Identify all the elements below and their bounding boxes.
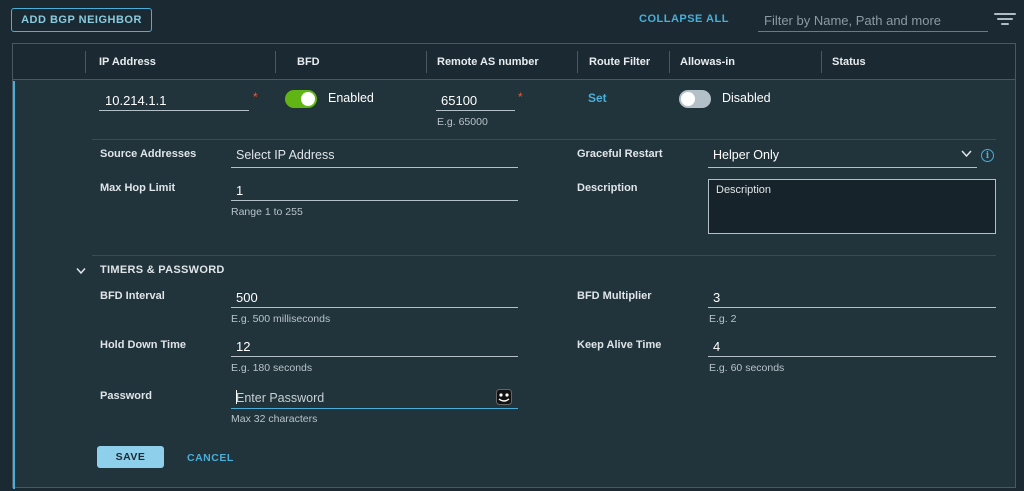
add-bgp-neighbor-button[interactable]: ADD BGP NEIGHBOR (11, 8, 152, 32)
grid-header: IP Address BFD Remote AS number Route Fi… (13, 44, 1015, 80)
bfd-multiplier-help: E.g. 2 (709, 313, 737, 325)
column-separator[interactable] (577, 51, 578, 73)
keep-alive-time-label: Keep Alive Time (577, 339, 662, 351)
graceful-restart-value: Helper Only (713, 148, 779, 162)
column-separator[interactable] (669, 51, 670, 73)
password-manager-icon[interactable] (496, 389, 512, 405)
description-textarea[interactable]: Description (708, 179, 996, 234)
source-addresses-select[interactable]: Select IP Address (231, 143, 518, 168)
column-header-allowas-in[interactable]: Allowas-in (680, 56, 735, 68)
description-label: Description (577, 182, 638, 194)
keep-alive-time-help: E.g. 60 seconds (709, 362, 785, 374)
column-header-bfd[interactable]: BFD (297, 56, 320, 68)
hold-down-time-help: E.g. 180 seconds (231, 362, 313, 374)
collapse-all-link[interactable]: COLLAPSE ALL (639, 13, 729, 25)
required-marker: * (253, 90, 258, 104)
allowas-in-toggle-label: Disabled (722, 91, 771, 105)
column-separator[interactable] (275, 51, 276, 73)
column-header-status[interactable]: Status (832, 56, 866, 68)
filter-lines-icon[interactable] (994, 13, 1016, 27)
chevron-down-icon (961, 150, 972, 158)
hold-down-time-label: Hold Down Time (100, 339, 186, 351)
max-hop-limit-help: Range 1 to 255 (231, 206, 303, 218)
divider (92, 139, 996, 140)
bfd-toggle[interactable] (285, 90, 317, 108)
column-separator[interactable] (85, 51, 86, 73)
column-header-ip-address[interactable]: IP Address (99, 56, 156, 68)
expanded-row-indicator (13, 81, 15, 489)
column-separator[interactable] (821, 51, 822, 73)
max-hop-limit-input[interactable]: 1 (231, 177, 518, 201)
column-header-route-filter[interactable]: Route Filter (589, 56, 650, 68)
bfd-toggle-label: Enabled (328, 91, 374, 105)
save-button[interactable]: SAVE (97, 446, 164, 468)
bfd-interval-input[interactable]: 500 (231, 284, 518, 308)
max-hop-limit-label: Max Hop Limit (100, 182, 176, 194)
column-separator[interactable] (426, 51, 427, 73)
bfd-interval-help: E.g. 500 milliseconds (231, 313, 331, 325)
bfd-multiplier-input[interactable]: 3 (708, 284, 996, 308)
remote-as-input[interactable]: 65100 (436, 87, 515, 111)
text-cursor (236, 390, 237, 404)
route-filter-set-link[interactable]: Set (588, 91, 607, 105)
bfd-interval-label: BFD Interval (100, 290, 165, 302)
password-input[interactable]: Enter Password (231, 385, 518, 409)
required-marker: * (518, 90, 523, 104)
hold-down-time-input[interactable]: 12 (231, 333, 518, 357)
keep-alive-time-input[interactable]: 4 (708, 333, 996, 357)
column-header-remote-as[interactable]: Remote AS number (437, 56, 539, 68)
cancel-button[interactable]: CANCEL (187, 452, 234, 464)
filter-input[interactable]: Filter by Name, Path and more (758, 8, 988, 32)
info-icon[interactable]: i (981, 149, 994, 162)
password-label: Password (100, 390, 152, 402)
remote-as-help: E.g. 65000 (437, 116, 488, 128)
password-placeholder: Enter Password (236, 391, 325, 405)
graceful-restart-label: Graceful Restart (577, 148, 663, 160)
source-addresses-label: Source Addresses (100, 148, 197, 160)
chevron-down-icon[interactable] (76, 267, 86, 275)
timers-password-section-title[interactable]: TIMERS & PASSWORD (100, 264, 225, 276)
password-help: Max 32 characters (231, 413, 318, 425)
allowas-in-toggle[interactable] (679, 90, 711, 108)
bfd-multiplier-label: BFD Multiplier (577, 290, 652, 302)
graceful-restart-select[interactable]: Helper Only (708, 143, 977, 168)
ip-address-input[interactable]: 10.214.1.1 (99, 87, 249, 111)
divider (92, 255, 996, 256)
